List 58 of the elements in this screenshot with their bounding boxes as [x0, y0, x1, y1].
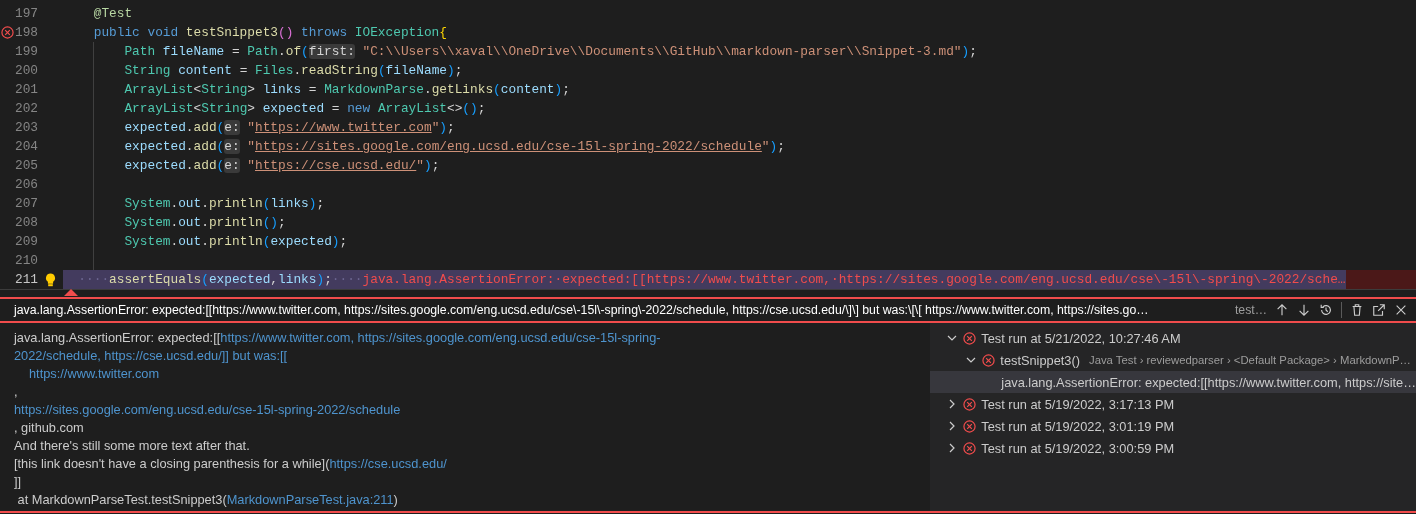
line-number: 207	[14, 195, 38, 213]
tree-item[interactable]: Test run at 5/21/2022, 10:27:46 AM	[930, 327, 1416, 349]
output-link[interactable]: https://cse.ucsd.edu/	[329, 456, 447, 471]
tree-item[interactable]: java.lang.AssertionError: expected:[[https://www.twitter.com, https://site…	[930, 371, 1416, 393]
output-line: ,	[14, 383, 19, 401]
line-number: 204	[14, 138, 38, 156]
output-line: ]]	[14, 473, 23, 491]
test-description: Java Test › reviewedparser › <Default Package> › MarkdownP…	[1089, 354, 1411, 366]
close-icon[interactable]	[1394, 303, 1408, 317]
code-line: public void testSnippet3() throws IOException{	[93, 24, 447, 42]
tree-item[interactable]: Test run at 5/19/2022, 3:17:13 PM	[930, 393, 1416, 415]
line-number: 200	[14, 62, 38, 80]
code-line: expected.add(e: "https://www.twitter.com");	[124, 119, 455, 137]
lightbulb-icon[interactable]	[45, 272, 56, 287]
code-line: ArrayList<String> links = MarkdownParse.getLinks(content);	[124, 81, 570, 99]
output-link[interactable]: https://www.twitter.com, https://sites.google.com/eng.ucsd.edu/cse-15l-spring-	[220, 330, 661, 345]
code-line: ····assertEquals(expected,links);····	[77, 271, 363, 289]
line-number: 198	[14, 24, 38, 42]
line-number: 203	[14, 119, 38, 137]
code-line: System.out.println(expected);	[124, 233, 348, 251]
output-link[interactable]: https://www.twitter.com	[29, 366, 160, 381]
code-line: Path fileName = Path.of(first: "C:\\Users\\xaval\\OneDrive\\Documents\\GitHub\\markdown-parser\\Snippet-3.md");	[124, 43, 977, 61]
code-line: ArrayList<String> expected = new ArrayList<>();	[124, 100, 486, 118]
history-icon[interactable]	[1319, 303, 1333, 317]
output-line: java.lang.AssertionError: expected:[[https://www.twitter.com, https://sites.google.com/eng.ucsd.edu/cse-15l-spring-	[14, 329, 662, 347]
output-line: And there's still some more text after that.	[14, 437, 251, 455]
tree-item[interactable]: testSnippet3() Java Test › reviewedparser › <Default Package> › MarkdownP…	[930, 349, 1416, 371]
line-number: 211	[14, 271, 38, 289]
line-number: 201	[14, 81, 38, 99]
code-line: expected.add(e: "https://sites.google.com/eng.ucsd.edu/cse-15l-spring-2022/schedule");	[124, 138, 785, 156]
output-link[interactable]: 2022/schedule, https://cse.ucsd.edu/]] but was:[[	[14, 348, 288, 363]
peek-message: java.lang.AssertionError: expected:[[https://www.twitter.com, https://sites.google.com/eng.ucsd.edu/cse\-15l\-spring\-2022/schedule, https://cse.ucsd.edu/\]\] but was:\[\[ https://www.twitter.com, https://sites.go…	[14, 303, 1150, 317]
code-line: System.out.println();	[124, 214, 286, 232]
line-number: 209	[14, 233, 38, 251]
open-external-icon[interactable]	[1372, 303, 1386, 317]
inline-error-message: java.lang.AssertionError:·expected:[[https://www.twitter.com,·https://sites.google.com/eng.ucsd.edu/cse\-15l\-spring\-2022/sche…	[362, 271, 1346, 289]
tree-item[interactable]: Test run at 5/19/2022, 3:00:59 PM	[930, 437, 1416, 459]
line-number: 202	[14, 100, 38, 118]
tree-item[interactable]: Test run at 5/19/2022, 3:01:19 PM	[930, 415, 1416, 437]
line-number: 208	[14, 214, 38, 232]
code-line: System.out.println(links);	[124, 195, 325, 213]
output-line: at MarkdownParseTest.testSnippet3(MarkdownParseTest.java:211)	[16, 491, 399, 509]
arrow-down-icon[interactable]	[1297, 303, 1311, 317]
line-number: 199	[14, 43, 38, 61]
peek-source: test…	[1234, 303, 1267, 317]
code-line: expected.add(e: "https://cse.ucsd.edu/");	[124, 157, 440, 175]
line-number: 210	[14, 252, 38, 270]
output-line: [this link doesn't have a closing parenthesis for a while](https://cse.ucsd.edu/	[14, 455, 448, 473]
line-number: 205	[14, 157, 38, 175]
arrow-up-icon[interactable]	[1275, 303, 1289, 317]
code-line: @Test	[93, 5, 133, 23]
line-number: 206	[14, 176, 38, 194]
output-link[interactable]: https://sites.google.com/eng.ucsd.edu/cse-15l-spring-2022/schedule	[14, 402, 401, 417]
output-link[interactable]: MarkdownParseTest.java:211	[226, 492, 394, 507]
output-line: , github.com	[14, 419, 85, 437]
code-line: String content = Files.readString(fileName);	[124, 62, 463, 80]
line-number: 197	[14, 5, 38, 23]
trash-icon[interactable]	[1350, 303, 1364, 317]
